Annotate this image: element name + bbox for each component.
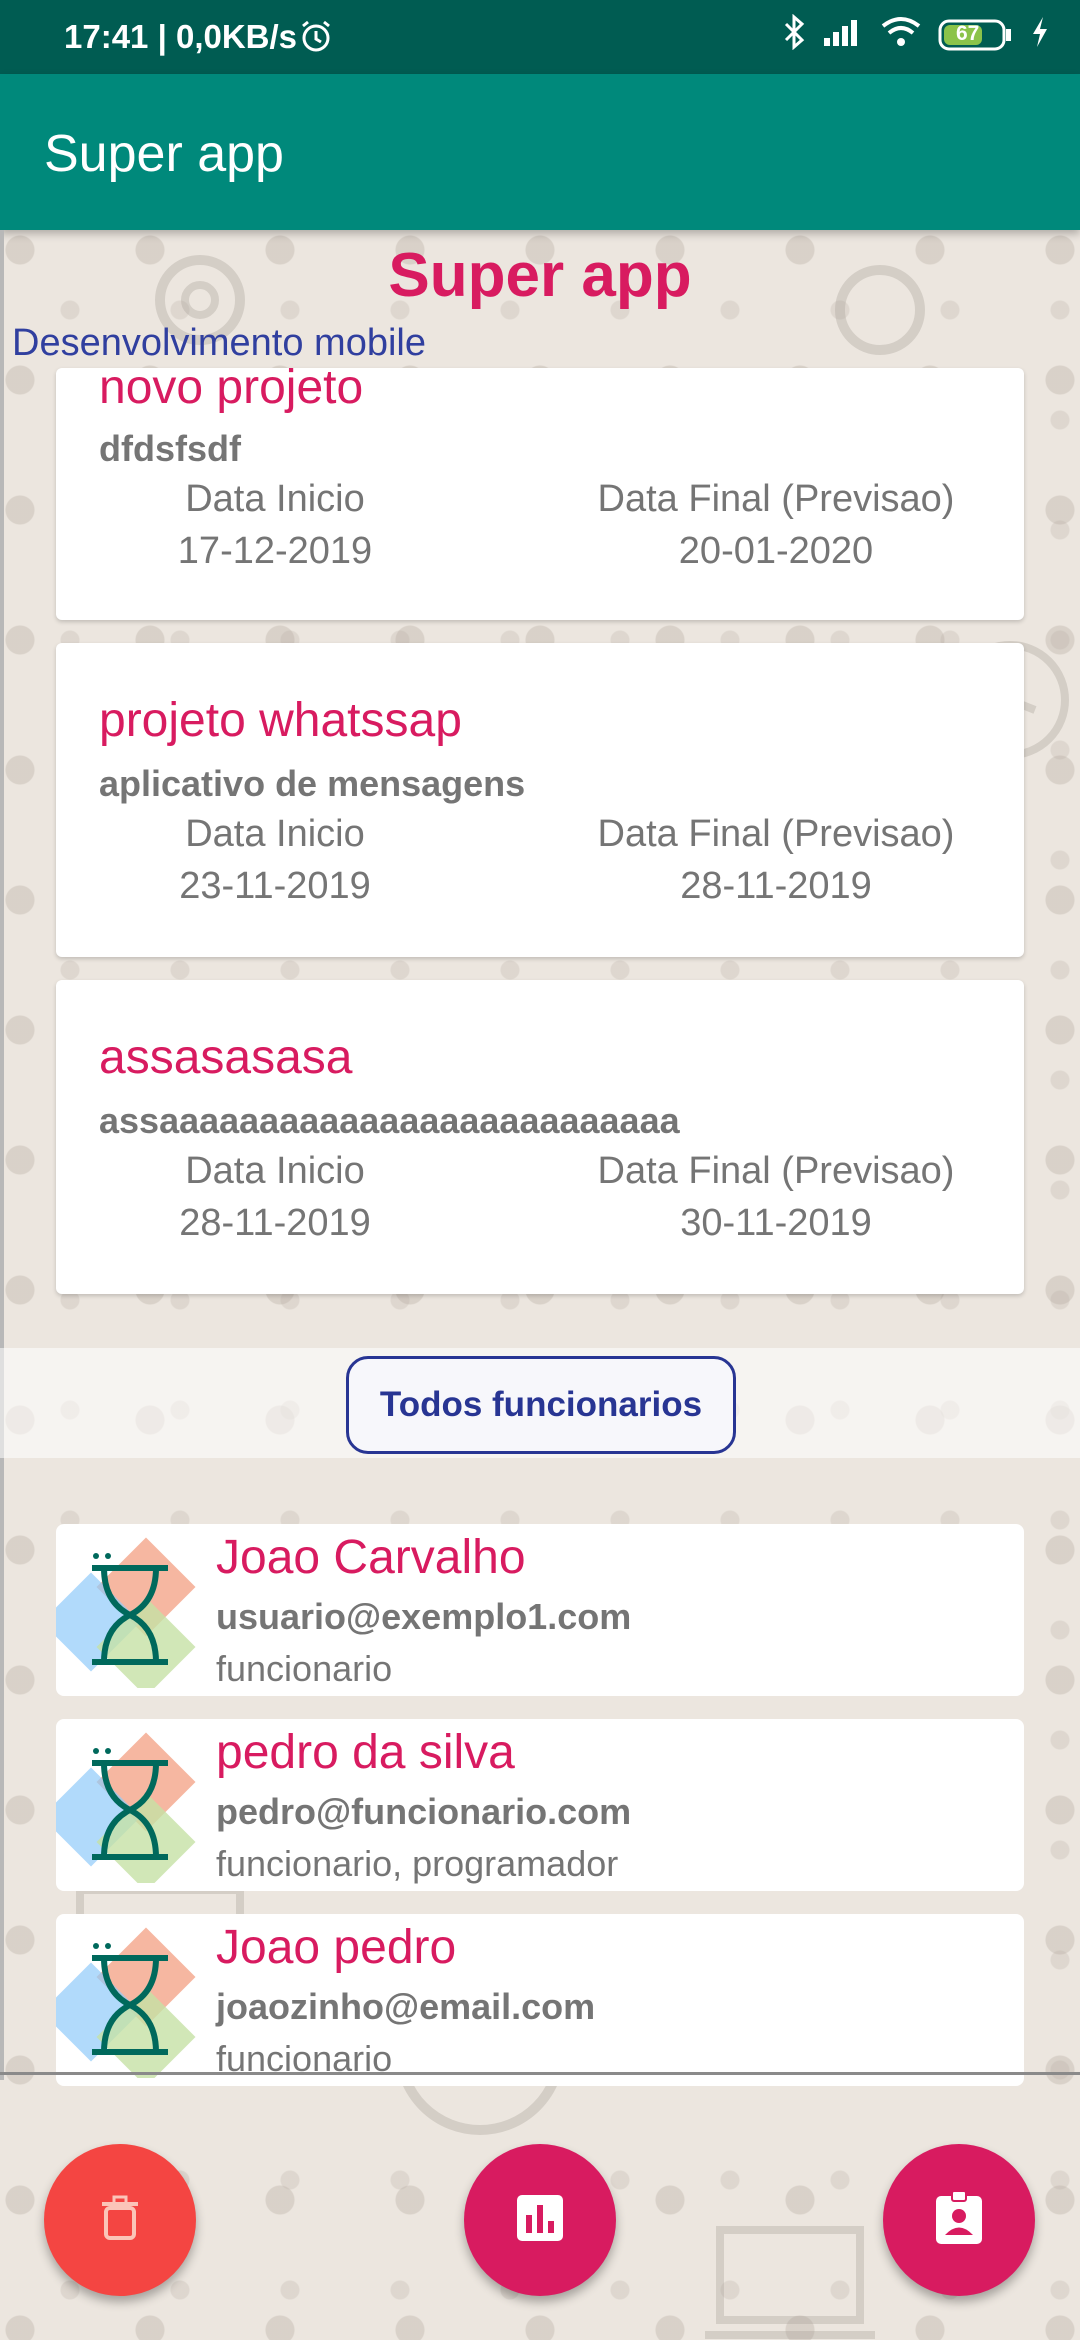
start-date-value: 17-12-2019 bbox=[177, 530, 373, 572]
status-bar: 17:41 | 0,0KB/s 67 bbox=[0, 0, 1080, 74]
laptop-pattern-icon bbox=[705, 2226, 875, 2339]
bar-chart-icon bbox=[515, 2193, 565, 2248]
contact-badge-icon bbox=[934, 2189, 984, 2251]
employee-email: pedro@funcionario.com bbox=[216, 1791, 632, 1832]
hourglass-avatar-icon bbox=[41, 1922, 206, 2087]
all-employees-button[interactable]: Todos funcionarios bbox=[346, 1356, 736, 1454]
page-subtitle: Desenvolvimento mobile bbox=[12, 322, 426, 364]
delete-fab[interactable] bbox=[44, 2144, 196, 2296]
signal-icon bbox=[822, 16, 864, 53]
project-name: projeto whatssap bbox=[99, 694, 462, 747]
divider bbox=[0, 2072, 1080, 2075]
charging-icon bbox=[1030, 15, 1050, 54]
hourglass-avatar-icon bbox=[41, 1727, 206, 1892]
app-bar: Super app bbox=[0, 74, 1080, 230]
reports-fab[interactable] bbox=[464, 2144, 616, 2296]
project-name: novo projeto bbox=[99, 361, 364, 414]
start-date-label: Data Inicio bbox=[185, 813, 365, 855]
employee-name: Joao pedro bbox=[216, 1921, 457, 1974]
start-date-label: Data Inicio bbox=[185, 478, 365, 520]
end-date-label: Data Final (Previsao) bbox=[597, 1150, 955, 1192]
project-card[interactable]: projeto whatssap aplicativo de mensagens… bbox=[56, 643, 1024, 957]
bluetooth-icon bbox=[782, 13, 806, 55]
project-card[interactable]: assasasasa assaaaaaaaaaaaaaaaaaaaaaaaaaa… bbox=[56, 980, 1024, 1294]
employee-list-item[interactable]: Joao pedro joaozinho@email.com funcionar… bbox=[41, 1914, 1024, 2087]
project-card[interactable]: novo projeto dfdsfsdf Data Inicio 17-12-… bbox=[56, 361, 1024, 620]
employee-email: usuario@exemplo1.com bbox=[216, 1596, 632, 1637]
trash-icon bbox=[98, 2194, 142, 2247]
project-description: aplicativo de mensagens bbox=[99, 763, 526, 804]
battery-icon: 67 bbox=[938, 18, 1014, 52]
end-date-value: 28-11-2019 bbox=[680, 865, 872, 907]
divider bbox=[0, 230, 4, 2080]
end-date-label: Data Final (Previsao) bbox=[597, 813, 955, 855]
hourglass-avatar-icon bbox=[41, 1532, 206, 1697]
project-description: dfdsfsdf bbox=[99, 428, 241, 469]
app-bar-title: Super app bbox=[44, 125, 284, 183]
employee-role: funcionario bbox=[216, 1648, 393, 1689]
employee-name: Joao Carvalho bbox=[216, 1531, 526, 1584]
employee-list-item[interactable]: Joao Carvalho usuario@exemplo1.com funci… bbox=[41, 1524, 1024, 1697]
employee-name: pedro da silva bbox=[216, 1726, 515, 1779]
status-time: 17:41 | 0,0KB/s bbox=[64, 18, 298, 55]
start-date-label: Data Inicio bbox=[185, 1150, 365, 1192]
employee-role: funcionario, programador bbox=[216, 1843, 619, 1884]
employee-list-item[interactable]: pedro da silva pedro@funcionario.com fun… bbox=[41, 1719, 1024, 1892]
end-date-value: 20-01-2020 bbox=[678, 530, 874, 572]
project-name: assasasasa bbox=[99, 1031, 353, 1084]
start-date-value: 23-11-2019 bbox=[179, 865, 371, 907]
contacts-fab[interactable] bbox=[883, 2144, 1035, 2296]
end-date-label: Data Final (Previsao) bbox=[597, 478, 955, 520]
page-title: Super app bbox=[388, 241, 692, 310]
end-date-value: 30-11-2019 bbox=[680, 1202, 872, 1244]
battery-level: 67 bbox=[956, 21, 980, 45]
employee-email: joaozinho@email.com bbox=[216, 1986, 596, 2027]
alarm-icon bbox=[298, 18, 334, 59]
wifi-icon bbox=[880, 16, 922, 53]
start-date-value: 28-11-2019 bbox=[179, 1202, 371, 1244]
project-description: assaaaaaaaaaaaaaaaaaaaaaaaaaa bbox=[99, 1100, 680, 1141]
